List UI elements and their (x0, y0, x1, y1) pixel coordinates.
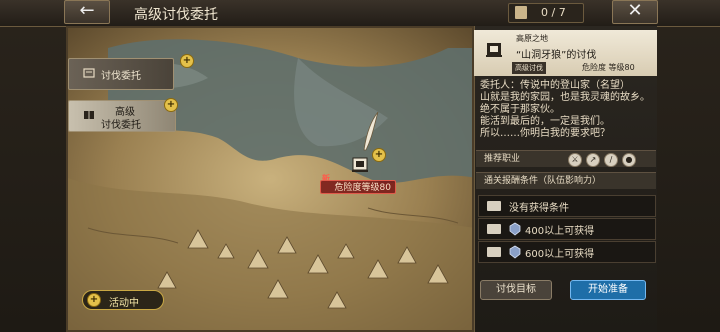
chest-icon (487, 224, 501, 234)
chest-icon (487, 201, 501, 211)
tab-label: 讨伐委托 (101, 71, 141, 82)
quest-region: 高原之地 (516, 34, 548, 43)
tab-plus-icon[interactable]: + (180, 54, 194, 68)
subjugation-goal-button[interactable]: 讨伐目标 (480, 280, 552, 300)
game-screen: ← 高级讨伐委托 0 / 7 ✕ 讨伐委托 + 高级 讨伐委托 + + 新 危险… (0, 0, 720, 332)
story-line: 绝不属于那家伙。 (480, 104, 560, 115)
emblem-icon (509, 245, 521, 259)
reward-text: 600以上可获得 (525, 249, 595, 260)
story-line: 山就是我的家园，也是我灵魂的故乡。 (480, 92, 650, 103)
event-label: 活动中 (109, 298, 139, 309)
back-arrow-icon: ← (79, 0, 95, 21)
scroll-icon (83, 68, 95, 78)
story-line: 能活到最后的，一定是我们。 (480, 116, 610, 127)
staff-icon[interactable]: ∕ (604, 153, 618, 167)
story-line: 委托人：传说中的登山家（名望） (480, 80, 630, 91)
page-title: 高级讨伐委托 (134, 7, 218, 23)
danger-label: 危险度 (582, 63, 606, 72)
quest-badge: 高级讨伐 (512, 62, 546, 74)
reward-conditions-label: 通关报酬条件（队伍影响力） (484, 176, 602, 186)
reward-conditions-bar: 通关报酬条件（队伍影响力） (476, 172, 656, 189)
event-button[interactable]: + 活动中 (82, 290, 164, 310)
brain-icon[interactable]: ● (622, 153, 636, 167)
recommended-label: 推荐职业 (484, 154, 521, 164)
close-button[interactable]: ✕ (612, 0, 658, 24)
danger-level-label[interactable]: 危险度等级80 (320, 180, 396, 194)
reward-row[interactable]: 400以上可获得 (478, 218, 656, 240)
reward-row[interactable]: 600以上可获得 (478, 241, 656, 263)
reward-text: 400以上可获得 (525, 226, 595, 237)
tab-plus-icon[interactable]: + (164, 98, 178, 112)
quest-level: 危险度 等级80 (582, 62, 635, 73)
quest-marker-icon[interactable] (350, 154, 370, 174)
tab-subjugation[interactable]: 讨伐委托 (68, 58, 174, 90)
quest-marker-icon (486, 43, 502, 57)
start-prepare-button[interactable]: 开始准备 (570, 280, 646, 300)
emblem-icon (509, 222, 521, 236)
ticket-counter: 0 / 7 (508, 3, 584, 23)
recommended-jobs-bar: 推荐职业 ⚔ ↗ ∕ ● (476, 150, 656, 167)
tab-advanced-subjugation[interactable]: 高级 讨伐委托 (68, 100, 176, 132)
reward-text: 没有获得条件 (509, 203, 569, 214)
level-label: 等级80 (608, 63, 635, 72)
sword-icon[interactable]: ⚔ (568, 153, 582, 167)
quest-story: 委托人：传说中的登山家（名望） 山就是我的家园，也是我灵魂的故乡。 绝不属于那家… (480, 80, 655, 140)
event-plus-icon: + (87, 293, 101, 307)
book-icon (84, 111, 94, 119)
ticket-count: 0 / 7 (541, 6, 566, 19)
ticket-icon (515, 6, 527, 19)
back-button[interactable]: ← (64, 0, 110, 24)
chest-icon (487, 247, 501, 257)
story-line: 所以……你明白我的要求吧？ (480, 128, 610, 139)
tab-label-line2: 讨伐委托 (101, 120, 141, 131)
feather-pen-icon (363, 111, 379, 151)
marker-plus-icon[interactable]: + (372, 148, 386, 162)
dagger-icon[interactable]: ↗ (586, 153, 600, 167)
close-icon: ✕ (627, 0, 643, 21)
reward-row[interactable]: 没有获得条件 (478, 195, 656, 217)
quest-title: “山洞牙狼”的讨伐 (516, 50, 597, 61)
